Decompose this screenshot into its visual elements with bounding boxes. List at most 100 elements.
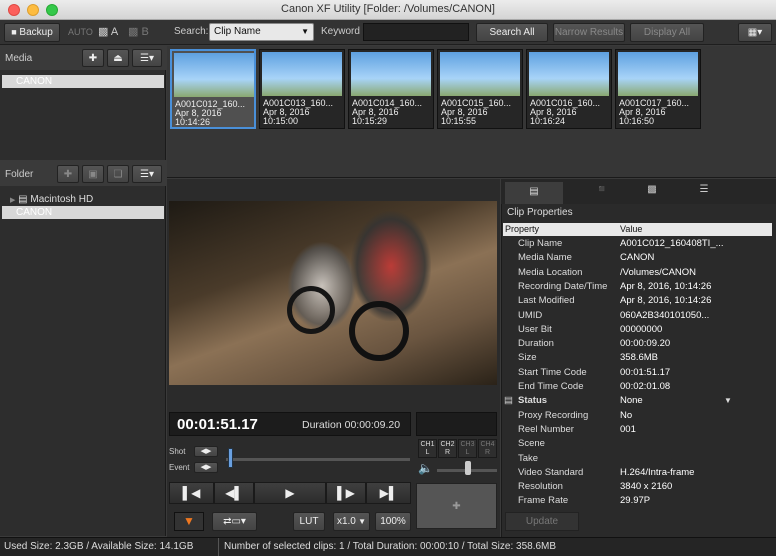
audio-channel-button[interactable]: CH2 R	[438, 439, 457, 458]
tab-custom-picture[interactable]: ▩	[627, 184, 677, 202]
property-row[interactable]: Proxy Recording No	[504, 409, 772, 423]
property-name: UMID	[518, 309, 543, 321]
property-row[interactable]: Reel Number 001	[504, 423, 772, 437]
property-row[interactable]: Scene	[504, 437, 772, 451]
prev-next-icon: ◀▶	[200, 464, 212, 471]
property-name: Size	[518, 352, 537, 364]
property-row[interactable]: ▤ ▼ Status None	[504, 394, 772, 408]
clip-thumbnail[interactable]: A001C012_160... Apr 8, 2016 10:14:26	[170, 49, 256, 129]
clip-thumbnail[interactable]: A001C017_160... Apr 8, 2016 10:16:50	[615, 49, 701, 129]
clip-time: 10:15:29	[352, 116, 388, 126]
property-value: 00000000	[620, 323, 663, 335]
property-row[interactable]: Resolution 3840 x 2160	[504, 480, 772, 494]
copy-button[interactable]: ❏	[107, 165, 129, 183]
clip-thumbnail[interactable]: A001C015_160... Apr 8, 2016 10:15:55	[437, 49, 523, 129]
properties-tabs: ▤ ◾ ▩ ☰	[501, 179, 776, 204]
media-menu-button[interactable]: ☰▾	[132, 49, 162, 67]
update-button[interactable]: Update	[505, 512, 579, 531]
keyword-label: Keyword	[321, 26, 360, 37]
property-row[interactable]: Recording Date/Time Apr 8, 2016, 10:14:26	[504, 280, 772, 294]
clip-thumbnail[interactable]: A001C014_160... Apr 8, 2016 10:15:29	[348, 49, 434, 129]
tab-clip-info[interactable]: ▤	[505, 182, 563, 204]
speaker-icon[interactable]: 🔈	[418, 461, 433, 475]
property-row[interactable]: Video Standard H.264/Intra-frame	[504, 466, 772, 480]
property-row[interactable]: Take	[504, 452, 772, 466]
clip-time: 10:16:24	[530, 116, 566, 126]
chevron-down-icon[interactable]: ▼	[724, 394, 732, 408]
property-row[interactable]: Size 358.6MB	[504, 351, 772, 365]
skip-end-icon: ▶▌	[379, 486, 398, 500]
mark-button[interactable]: ▼	[174, 512, 204, 531]
position-slider-track[interactable]	[226, 458, 410, 461]
backup-button[interactable]: ■ Backup	[4, 23, 60, 42]
folder-item-macintosh-hd[interactable]: ▶ ▤ Macintosh HD	[2, 193, 164, 206]
video-preview[interactable]	[169, 201, 497, 385]
display-all-button[interactable]: Display All	[630, 23, 704, 42]
step-back-icon: ◀▌	[225, 486, 243, 500]
property-row[interactable]: Media Location/Volumes/CANON	[504, 266, 772, 280]
property-row[interactable]: End Time Code 00:02:01.08	[504, 380, 772, 394]
property-value: 358.6MB	[620, 352, 659, 364]
clip-thumbnail[interactable]: A001C013_160... Apr 8, 2016 10:15:00	[259, 49, 345, 129]
play-button[interactable]: ▶	[254, 482, 326, 504]
property-value: Apr 8, 2016, 10:14:26	[620, 280, 712, 292]
property-row[interactable]: Duration 00:00:09.20	[504, 337, 772, 351]
position-slider-thumb[interactable]	[227, 448, 233, 468]
property-value: No	[620, 409, 633, 421]
add-media-button[interactable]: ✚	[82, 49, 104, 67]
eject-button[interactable]: ⏏	[107, 49, 129, 67]
audio-channel-button[interactable]: CH1 L	[418, 439, 437, 458]
event-mark-nav-button[interactable]: ◀▶	[194, 462, 218, 473]
media-item-canon[interactable]: CANON	[2, 75, 164, 88]
camera-preview-pad[interactable]: ✚	[416, 483, 497, 529]
property-value: 060A2B340101050...	[620, 309, 710, 321]
zoom-button[interactable]: 100%	[375, 512, 411, 531]
property-row[interactable]: UMID 060A2B340101050...	[504, 309, 772, 323]
folder-menu-button[interactable]: ☰▾	[132, 165, 162, 183]
clip-thumbnail[interactable]: A001C016_160... Apr 8, 2016 10:16:24	[526, 49, 612, 129]
playback-speed-select[interactable]: x1.0 ▼	[333, 512, 370, 531]
property-row[interactable]: User Bit 00000000	[504, 323, 772, 337]
disclosure-triangle-icon: ▶	[10, 197, 16, 204]
next-frame-button[interactable]: ▌▶	[326, 482, 366, 504]
property-row[interactable]: Clip Name A001C012_160408TI_...	[504, 237, 772, 251]
tab-camera-metadata[interactable]: ◾	[577, 184, 627, 202]
export-frame-button[interactable]: ⇄▭▾	[212, 512, 257, 531]
status-bar: Used Size: 2.3GB / Available Size: 14.1G…	[0, 537, 776, 556]
search-field-select[interactable]: Clip Name ▼	[209, 23, 314, 41]
selection-status: Number of selected clips: 1 / Total Dura…	[224, 541, 557, 552]
narrow-results-button[interactable]: Narrow Results	[553, 23, 625, 42]
folder-a-button[interactable]: ▩ A	[98, 25, 118, 38]
status-edit-icon: ▤	[504, 395, 513, 407]
lut-button[interactable]: LUT	[293, 512, 325, 531]
search-all-button[interactable]: Search All	[476, 23, 548, 42]
folder-item-canon[interactable]: CANON	[2, 206, 164, 219]
volume-slider-thumb[interactable]	[465, 461, 471, 475]
previous-frame-button[interactable]: ◀▌	[214, 482, 254, 504]
property-row[interactable]: Start Time Code 00:01:51.17	[504, 366, 772, 380]
property-value: 00:00:09.20	[620, 338, 671, 350]
go-to-start-button[interactable]: ▌◀	[169, 482, 214, 504]
crosshair-icon: ✚	[452, 501, 461, 512]
menu-icon: ☰▾	[140, 53, 154, 64]
clip-thumbnail-image	[529, 52, 609, 96]
property-row[interactable]: Frame Rate 29.97P	[504, 494, 772, 508]
audio-channel-button[interactable]: CH3 L	[458, 439, 477, 458]
shot-mark-nav-button[interactable]: ◀▶	[194, 446, 218, 457]
folder-b-button[interactable]: ▩ B	[128, 25, 149, 38]
keyword-input[interactable]	[363, 23, 469, 41]
tab-list[interactable]: ☰	[679, 184, 729, 202]
folder-panel-title: Folder	[5, 169, 34, 180]
new-folder-button[interactable]: ✚	[57, 165, 79, 183]
clip-info-icon: ▤	[529, 186, 539, 197]
delete-button[interactable]: ▣	[82, 165, 104, 183]
audio-channel-button[interactable]: CH4 R	[478, 439, 497, 458]
event-label: Event	[169, 463, 190, 472]
property-value: 00:02:01.08	[620, 381, 671, 392]
duration-text: Duration 00:00:09.20	[302, 419, 401, 431]
hard-drive-icon: ▤	[18, 194, 28, 205]
view-mode-button[interactable]: ▦▾	[738, 23, 772, 42]
property-row[interactable]: Last Modified Apr 8, 2016, 10:14:26	[504, 294, 772, 308]
property-row[interactable]: Media Name CANON	[504, 251, 772, 265]
go-to-end-button[interactable]: ▶▌	[366, 482, 411, 504]
